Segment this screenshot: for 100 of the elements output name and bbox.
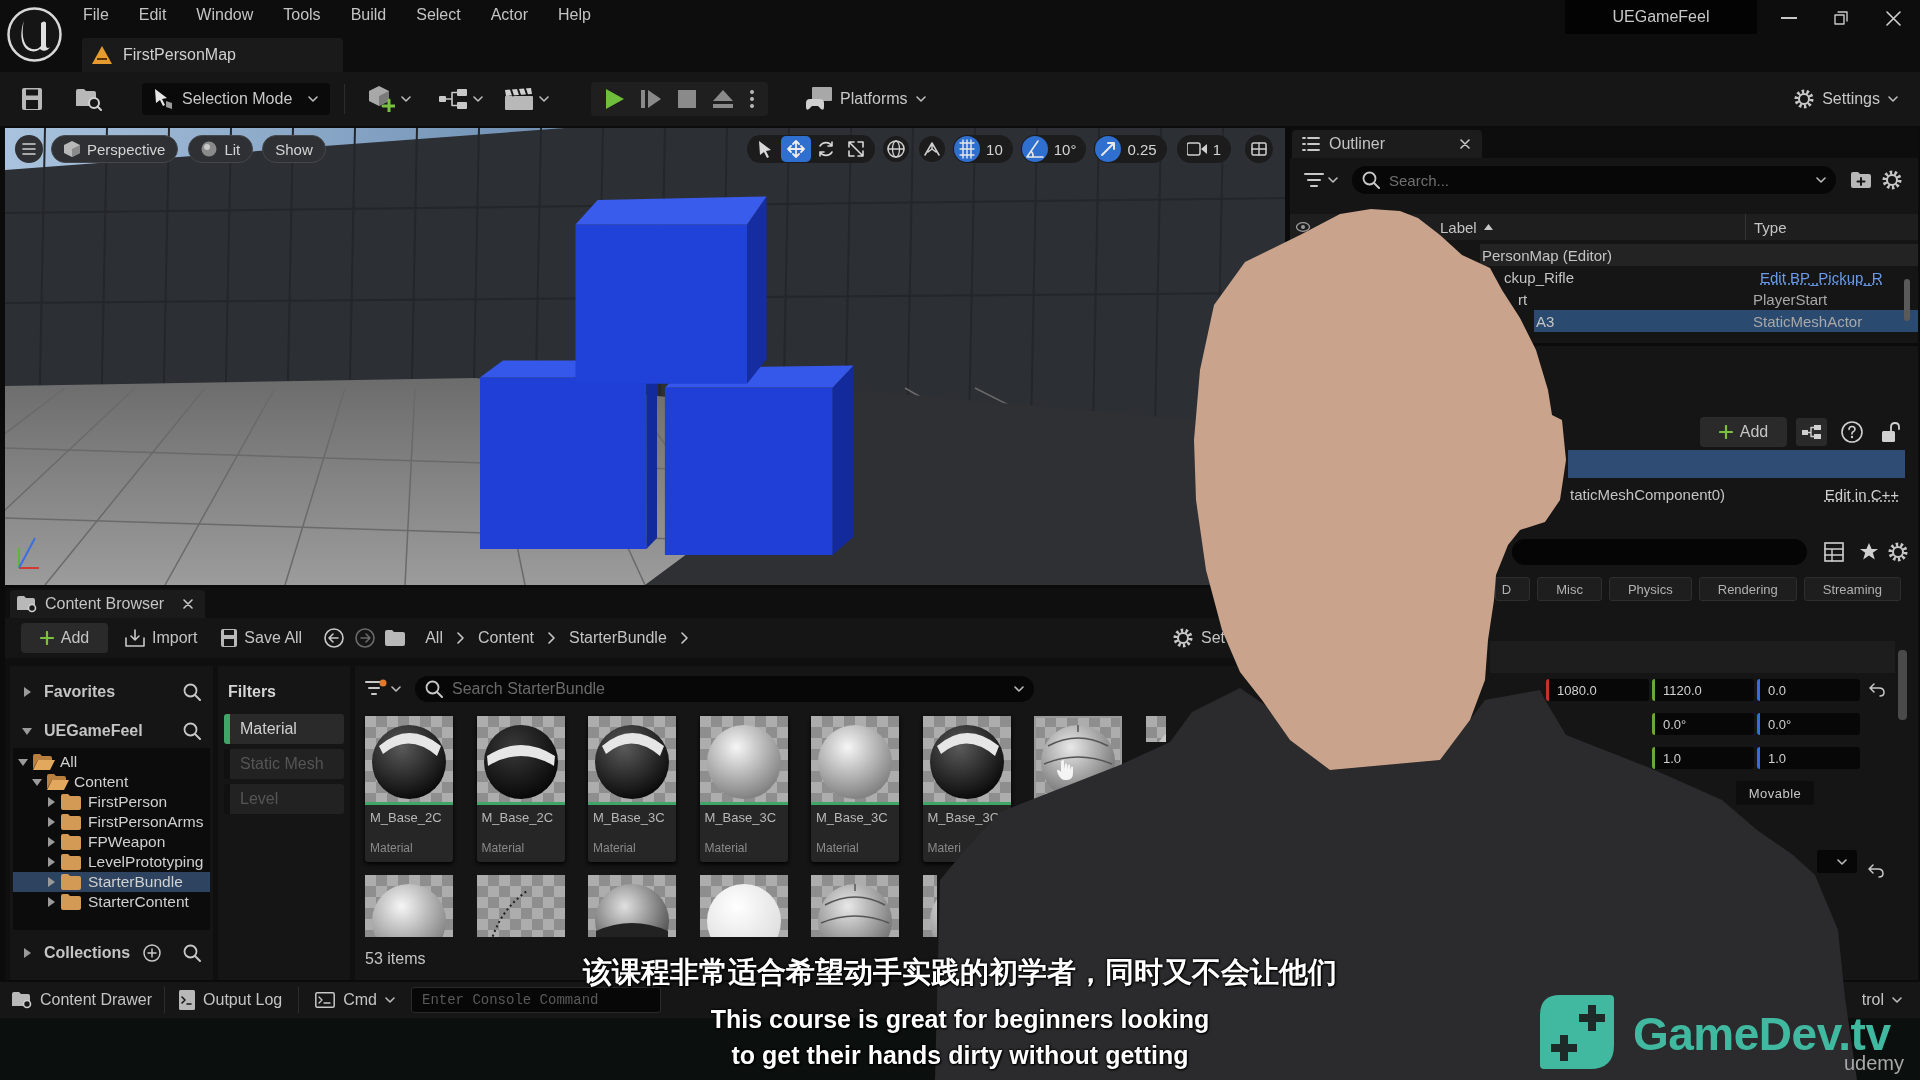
asset-card[interactable]: M_Base_3C Material [699,716,788,862]
filter-chip[interactable]: Material [224,714,344,744]
category-tab[interactable]: Misc [1537,577,1602,601]
folder-search-icon[interactable] [76,87,102,111]
save-icon[interactable] [22,88,42,110]
hierarchy-icon[interactable] [1796,418,1827,446]
menu-icon[interactable] [15,135,43,163]
section-header[interactable]: UEGameFeel [10,714,213,748]
show-flags-button[interactable]: Show [262,135,326,163]
category-tab[interactable]: Rendering [1698,577,1797,601]
status-dropdown-button[interactable]: trol [1861,991,1902,1009]
save-all-button[interactable]: Save All [221,629,303,647]
material-thumbnail[interactable] [811,875,899,937]
caret-right-icon[interactable] [46,817,56,827]
close-icon[interactable] [1460,139,1470,149]
number-field[interactable]: 0.0° [1757,713,1860,735]
caret-icon[interactable] [539,96,549,102]
globe-icon[interactable] [883,136,910,162]
settings-button[interactable]: Set [1173,628,1225,648]
breadcrumb-link[interactable]: StarterBundle [569,629,667,647]
search-icon[interactable] [183,944,201,962]
material-thumbnail[interactable] [1145,716,1166,742]
surface-snap-icon[interactable] [919,136,946,162]
star-icon[interactable] [1860,543,1878,561]
number-field[interactable]: 0.0° [1652,713,1754,735]
caret-icon[interactable] [401,96,411,102]
menu-item[interactable]: Actor [490,5,528,25]
map-tab[interactable]: FirstPersonMap [82,38,343,72]
reset-arrow-icon[interactable] [1869,683,1885,697]
caret-down-icon[interactable] [18,757,28,767]
cube-add-icon[interactable] [369,86,395,112]
outliner-row[interactable]: rt PlayerStart [1516,288,1918,310]
search-icon[interactable] [183,722,201,740]
number-field[interactable]: 1.0 [1757,747,1860,769]
material-thumbnail[interactable] [588,716,676,802]
number-field[interactable]: 0.0 [1757,679,1860,701]
material-thumbnail[interactable] [811,716,899,802]
layout-icon[interactable] [1245,135,1273,163]
outliner-row[interactable]: A3 StaticMeshActor [1534,310,1918,332]
folder-tree-item[interactable]: Content [13,772,210,792]
add-component-button[interactable]: Add [1700,417,1787,447]
angle-snap-button[interactable]: 10° [1020,135,1087,163]
reset-arrow-icon[interactable] [1868,864,1884,878]
menu-item[interactable]: Help [558,5,591,25]
number-field[interactable]: 1120.0 [1652,679,1754,701]
output-log-button[interactable]: Output Log [179,990,283,1010]
clapperboard-icon[interactable] [505,88,533,110]
outliner-search-field[interactable]: Search... [1352,166,1836,194]
caret-icon[interactable] [473,96,483,102]
menu-item[interactable]: Edit [138,5,167,25]
settings-button[interactable]: Settings [1794,89,1898,109]
asset-card[interactable]: M_Base_3C Material [811,716,899,862]
material-thumbnail[interactable] [699,716,788,802]
frame-advance-icon[interactable] [640,89,661,109]
menu-item[interactable]: Select [416,5,461,25]
content-browser-tab[interactable]: Content Browser [10,590,205,618]
material-thumbnail[interactable] [365,716,453,802]
material-thumbnail[interactable] [365,875,453,937]
close-icon[interactable] [1885,10,1901,26]
asset-card[interactable]: M_Base_3C Material [588,716,676,862]
add-button[interactable]: Add [21,623,108,653]
stop-icon[interactable] [677,90,696,108]
caret-right-icon[interactable] [46,797,56,807]
add-folder-icon[interactable] [1851,172,1871,188]
lighting-mode-button[interactable]: Lit [188,135,254,163]
details-search-field[interactable] [1512,539,1807,565]
content-drawer-button[interactable]: Content Drawer [12,991,153,1009]
material-thumbnail[interactable] [699,875,788,937]
menu-item[interactable]: Tools [283,5,321,25]
filter-icon[interactable] [1304,172,1324,188]
property-matrix-icon[interactable] [1824,542,1844,562]
caret-right-icon[interactable] [46,837,56,847]
source-link[interactable]: Edit in C++ [1824,485,1899,503]
material-thumbnail[interactable] [922,716,1011,802]
section-header[interactable]: Collections [10,936,213,970]
outliner-row[interactable]: PersonMap (Editor) [1480,244,1918,266]
platforms-button[interactable]: Platforms [806,87,926,111]
view-mode-button[interactable]: Perspective [51,135,179,163]
category-tab[interactable]: Streaming [1803,577,1901,601]
folder-tree-item[interactable]: FPWeapon [13,832,210,852]
eject-icon[interactable] [712,90,733,108]
material-thumbnail[interactable] [588,875,676,937]
column-header[interactable]: Label [1440,218,1493,236]
menu-item[interactable]: Build [350,5,387,25]
component-row[interactable]: taticMeshComponent0) Edit in C++ [1568,480,1905,508]
folder-tree-item[interactable]: StarterBundle [13,872,210,892]
blueprint-link[interactable]: Edit BP_Pickup_R [1760,268,1883,286]
menu-item[interactable]: Window [196,5,254,25]
folder-tree-item[interactable]: All [13,752,210,772]
add-circle-icon[interactable] [143,944,161,962]
caret-right-icon[interactable] [46,897,56,907]
category-tab[interactable]: D [1494,577,1531,601]
search-icon[interactable] [183,683,201,701]
caret-right-icon[interactable] [46,857,56,867]
caret-right-icon[interactable] [46,877,56,887]
more-options-icon[interactable] [749,90,754,108]
outliner-tab[interactable]: Outliner [1292,130,1482,158]
dropdown-field[interactable] [1817,850,1857,873]
material-thumbnail[interactable] [476,875,565,937]
move-tool-icon[interactable] [781,136,812,162]
